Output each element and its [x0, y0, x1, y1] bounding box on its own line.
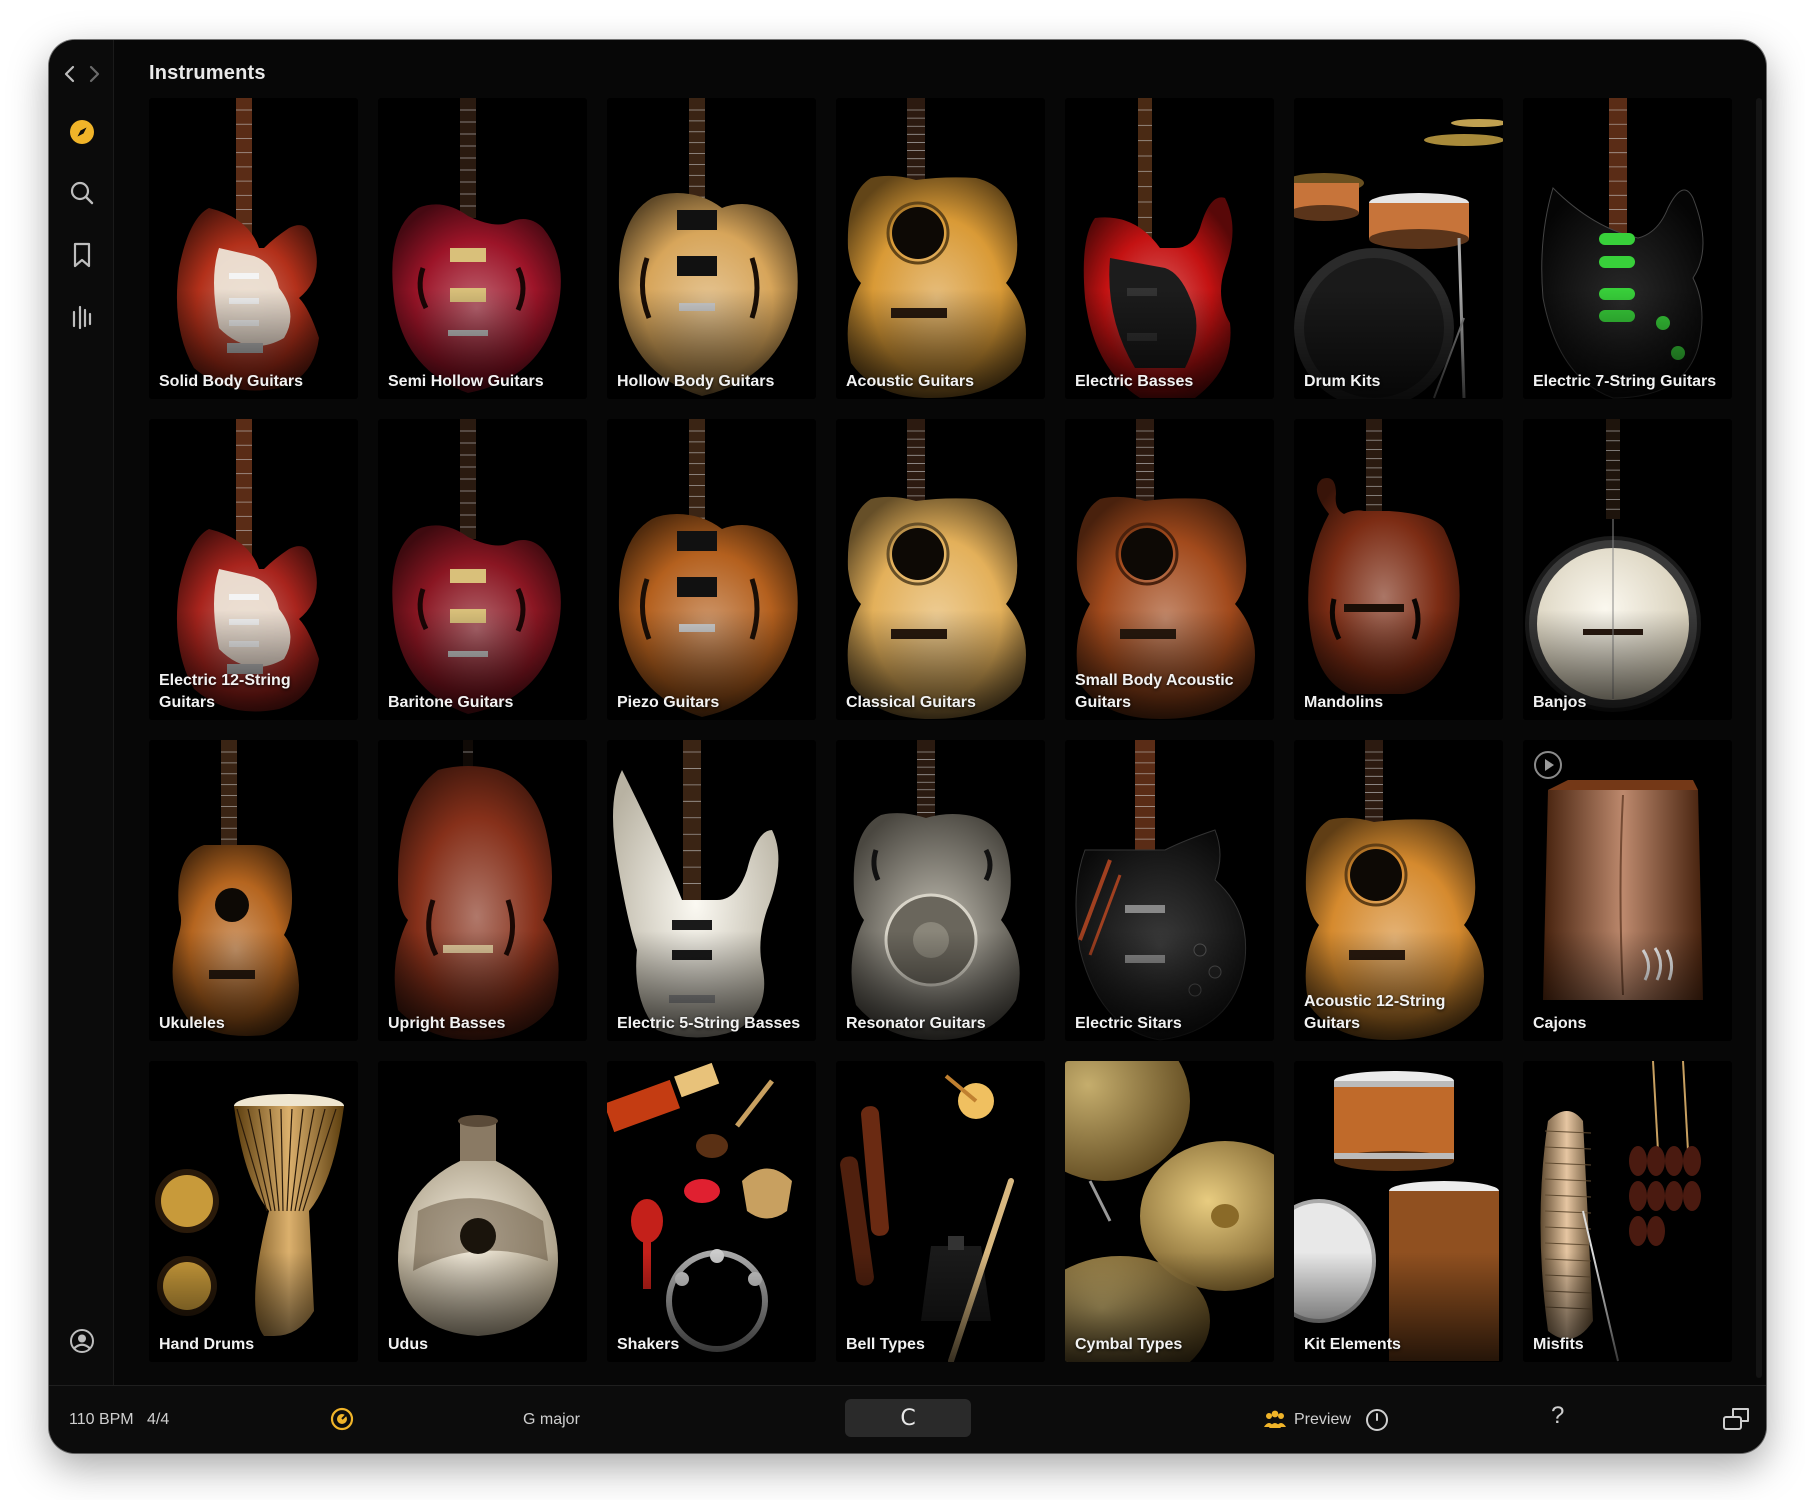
- instrument-label: Hand Drums: [159, 1336, 255, 1353]
- bookmark-icon[interactable]: [65, 238, 99, 272]
- mixer-icon[interactable]: [65, 300, 99, 334]
- instrument-label: Acoustic Guitars: [846, 373, 975, 390]
- instrument-tile[interactable]: Electric 5-String Basses: [607, 740, 816, 1041]
- instrument-label: Mandolins: [1304, 694, 1384, 711]
- instrument-tile[interactable]: Resonator Guitars: [836, 740, 1045, 1041]
- instrument-tile[interactable]: Piezo Guitars: [607, 419, 816, 720]
- instrument-label: Drum Kits: [1304, 373, 1381, 390]
- instrument-label: Ukuleles: [159, 1015, 225, 1032]
- instrument-label: Cajons: [1533, 1015, 1587, 1032]
- instrument-tile[interactable]: Udus: [378, 1061, 587, 1362]
- instrument-tile[interactable]: Kit Elements: [1294, 1061, 1503, 1362]
- instrument-label: Electric 5-String Basses: [617, 1015, 801, 1032]
- instrument-tile[interactable]: Banjos: [1523, 419, 1732, 720]
- instrument-tile[interactable]: Acoustic Guitars: [836, 98, 1045, 399]
- instrument-label: Semi Hollow Guitars: [388, 373, 544, 390]
- instrument-tile[interactable]: Shakers: [607, 1061, 816, 1362]
- instrument-tile[interactable]: Misfits: [1523, 1061, 1732, 1362]
- instrument-tile[interactable]: Mandolins: [1294, 419, 1503, 720]
- window-layout-icon[interactable]: [1721, 1404, 1751, 1434]
- instrument-tile[interactable]: Electric 7-String Guitars: [1523, 98, 1732, 399]
- user-icon[interactable]: [65, 1324, 99, 1358]
- sidebar: [49, 40, 114, 1385]
- instrument-label: Solid Body Guitars: [159, 373, 304, 390]
- instrument-tile[interactable]: Classical Guitars: [836, 419, 1045, 720]
- help-button[interactable]: ?: [1551, 1404, 1564, 1428]
- instrument-label: Banjos: [1533, 694, 1587, 711]
- time-signature-readout[interactable]: 4/4: [147, 1410, 169, 1430]
- instrument-label: Electric 7-String Guitars: [1533, 373, 1717, 390]
- page-title: Instruments: [149, 62, 266, 84]
- instrument-tile[interactable]: Hand Drums: [149, 1061, 358, 1362]
- instrument-tile[interactable]: Drum Kits: [1294, 98, 1503, 399]
- instrument-label: Electric Basses: [1075, 373, 1194, 390]
- instrument-tile[interactable]: Cymbal Types: [1065, 1061, 1274, 1362]
- loop-button[interactable]: C: [845, 1399, 971, 1437]
- instrument-tile[interactable]: Solid Body Guitars: [149, 98, 358, 399]
- instrument-label: Electric Sitars: [1075, 1015, 1182, 1032]
- instrument-tile[interactable]: Electric 12-String Guitars: [149, 419, 358, 720]
- instrument-tile[interactable]: Acoustic 12-String Guitars: [1294, 740, 1503, 1041]
- scrollbar[interactable]: [1756, 98, 1762, 1378]
- forward-arrow-icon[interactable]: [85, 60, 103, 88]
- instrument-tile[interactable]: Small Body Acoustic Guitars: [1065, 419, 1274, 720]
- history-navigation: [61, 60, 107, 88]
- preview-button[interactable]: Preview: [1294, 1410, 1351, 1430]
- instrument-tile[interactable]: Bell Types: [836, 1061, 1045, 1362]
- instrument-label: Classical Guitars: [846, 694, 976, 711]
- instrument-label: Small Body Acoustic Guitars: [1075, 672, 1234, 711]
- instrument-label: Udus: [388, 1336, 428, 1353]
- instrument-tile[interactable]: Ukuleles: [149, 740, 358, 1041]
- app-window: Instruments Solid Body Guitars Semi Hollo…: [49, 40, 1766, 1453]
- instrument-tile[interactable]: Electric Basses: [1065, 98, 1274, 399]
- loop-icon: C: [900, 1405, 916, 1431]
- compass-icon[interactable]: [65, 115, 99, 149]
- timer-icon[interactable]: [1364, 1407, 1390, 1433]
- instrument-tile[interactable]: Upright Basses: [378, 740, 587, 1041]
- instrument-label: Piezo Guitars: [617, 694, 720, 711]
- instrument-label: Baritone Guitars: [388, 694, 514, 711]
- status-bar: 110 BPM 4/4 G major C Preview ?: [49, 1385, 1766, 1453]
- instrument-label: Bell Types: [846, 1336, 925, 1353]
- instrument-label: Acoustic 12-String Guitars: [1304, 993, 1446, 1032]
- instrument-tile[interactable]: Semi Hollow Guitars: [378, 98, 587, 399]
- instrument-grid: Solid Body Guitars Semi Hollow Guitars Hol…: [149, 98, 1739, 1368]
- instrument-tile[interactable]: Electric Sitars: [1065, 740, 1274, 1041]
- instrument-tile[interactable]: Hollow Body Guitars: [607, 98, 816, 399]
- instrument-label: Cymbal Types: [1075, 1336, 1183, 1353]
- instrument-label: Electric 12-String Guitars: [159, 672, 291, 711]
- back-arrow-icon[interactable]: [61, 60, 79, 88]
- search-icon[interactable]: [65, 176, 99, 210]
- key-readout[interactable]: G major: [523, 1410, 580, 1430]
- play-icon[interactable]: [1533, 750, 1563, 780]
- instrument-tile[interactable]: Cajons: [1523, 740, 1732, 1041]
- instrument-label: Upright Basses: [388, 1015, 506, 1032]
- instrument-tile[interactable]: Baritone Guitars: [378, 419, 587, 720]
- instrument-label: Hollow Body Guitars: [617, 373, 775, 390]
- instrument-label: Kit Elements: [1304, 1336, 1401, 1353]
- instrument-label: Resonator Guitars: [846, 1015, 986, 1032]
- tempo-readout[interactable]: 110 BPM: [69, 1410, 134, 1430]
- group-icon: [1263, 1408, 1287, 1432]
- instrument-label: Shakers: [617, 1336, 680, 1353]
- tuner-icon[interactable]: [329, 1406, 355, 1432]
- instrument-label: Misfits: [1533, 1336, 1584, 1353]
